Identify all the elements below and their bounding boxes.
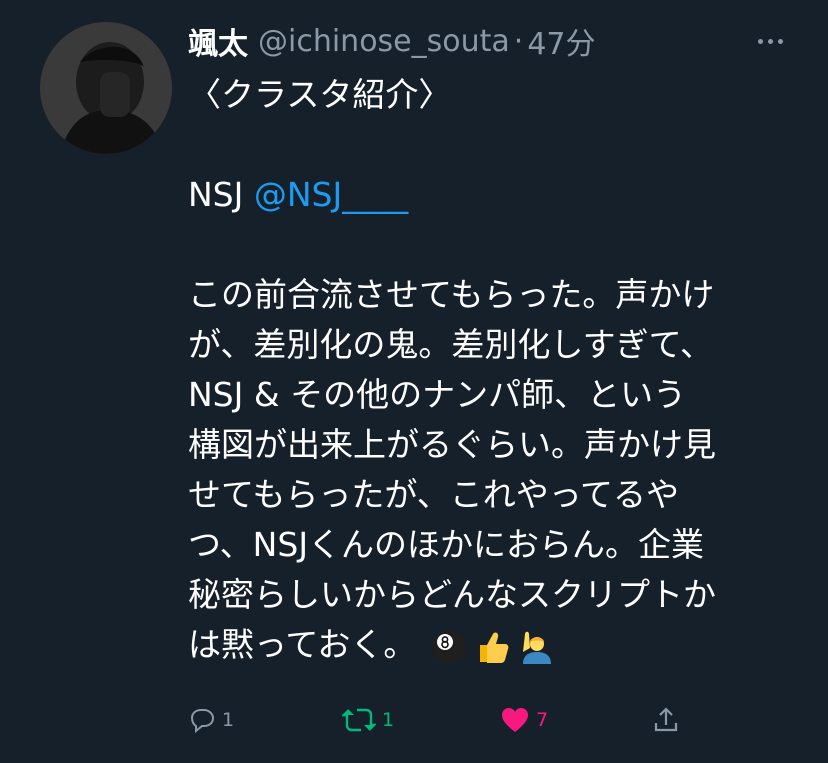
reply-count: 1 [222, 709, 235, 731]
like-button[interactable]: 7 [500, 698, 548, 742]
reply-button[interactable]: 1 [188, 698, 234, 742]
tweet-line: この前合流させてもらった。声かけ [188, 275, 715, 314]
tweet-line: 構図が出来上がるぐらい。声かけ見 [188, 425, 716, 464]
tweet: 颯太 @ichinose_souta · 47分 〈クラスタ紹介〉 NSJ @N… [0, 0, 828, 763]
separator: · [513, 23, 524, 59]
share-button[interactable] [652, 698, 680, 742]
tweet-line: NSJ & その他のナンパ師、という [188, 375, 687, 414]
person-raising-hand-emoji-icon [518, 628, 556, 666]
user-handle[interactable]: @ichinose_souta [258, 24, 510, 59]
like-count: 7 [536, 709, 549, 731]
heart-icon [502, 708, 528, 732]
mention-link[interactable]: @NSJ____ [254, 175, 408, 214]
more-options-icon[interactable] [752, 26, 788, 56]
tweet-line: 〈クラスタ紹介〉 [188, 75, 452, 114]
retweet-icon [342, 708, 376, 732]
tweet-line: つ、NSJくんのほかにおらん。企業 [188, 525, 705, 564]
tweet-line: は黙っておく。 [188, 620, 798, 670]
tweet-line: が、差別化の鬼。差別化しすぎて、 [188, 325, 714, 364]
thumbs-up-emoji-icon [474, 628, 512, 666]
tweet-line: NSJ @NSJ____ [188, 170, 798, 220]
avatar-image [40, 22, 172, 154]
share-icon [654, 707, 678, 732]
8-ball-emoji-icon [430, 628, 468, 666]
tweet-line: せてもらったが、これやってるや [188, 475, 680, 514]
tweet-text-span: NSJ [188, 175, 254, 214]
avatar[interactable] [40, 22, 172, 154]
retweet-button[interactable]: 1 [342, 698, 394, 742]
timestamp[interactable]: 47分 [527, 19, 595, 63]
tweet-line: 秘密らしいからどんなスクリプトか [188, 575, 716, 614]
reply-icon [190, 709, 215, 734]
tweet-text: 〈クラスタ紹介〉 NSJ @NSJ____ この前合流させてもらった。声かけ が… [188, 70, 798, 670]
tweet-actions: 1 1 7 [188, 698, 708, 742]
tweet-text-span: は黙っておく。 [188, 625, 417, 664]
tweet-header: 颯太 @ichinose_souta · 47分 [188, 18, 596, 64]
retweet-count: 1 [382, 709, 395, 731]
display-name[interactable]: 颯太 [188, 19, 248, 63]
